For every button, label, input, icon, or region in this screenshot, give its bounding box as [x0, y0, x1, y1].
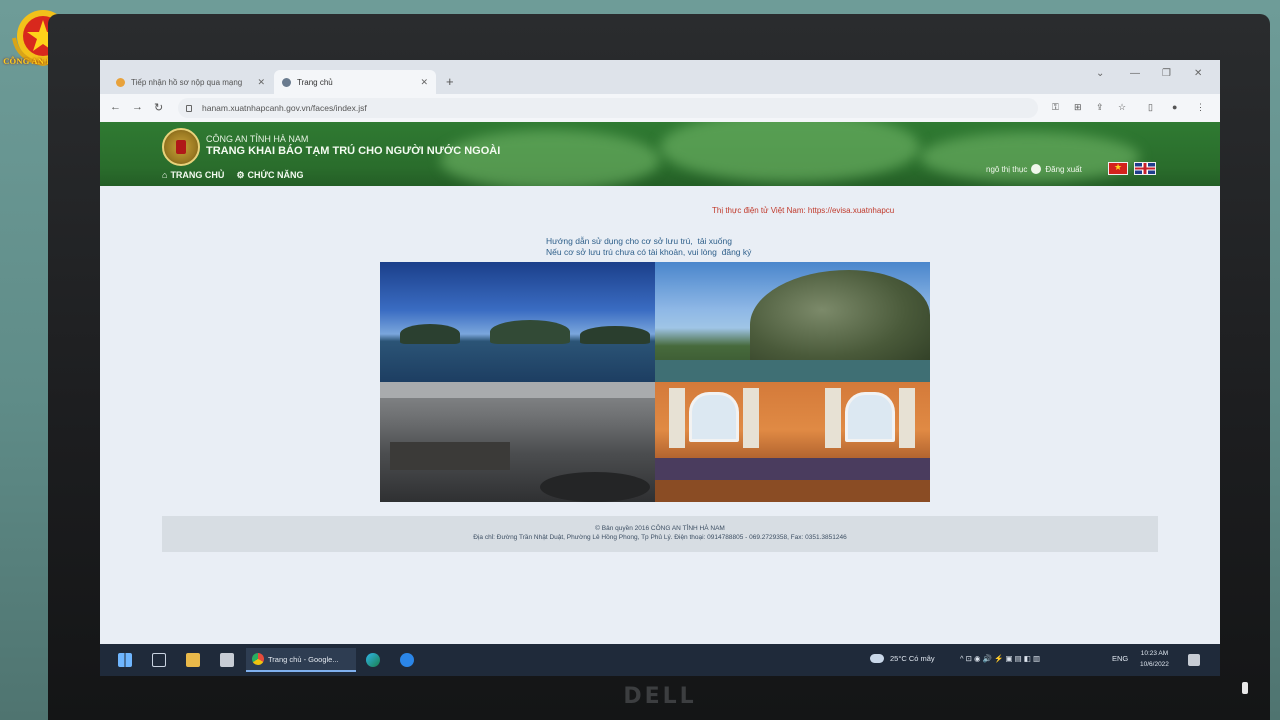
guide-text: Hướng dẫn sử dụng cho cơ sở lưu trú, tải…: [546, 236, 751, 258]
guide-line-2: Nếu cơ sở lưu trú chưa có tài khoản, vui…: [546, 247, 717, 257]
site-nav: ⌂ TRANG CHỦ ⚙ CHỨC NĂNG: [162, 170, 303, 181]
vietnam-flag-icon[interactable]: [1108, 162, 1128, 175]
gear-icon: ⚙: [236, 170, 245, 180]
evisa-link[interactable]: Thị thực điện tử Việt Nam: https://evisa…: [712, 206, 894, 215]
share-icon[interactable]: ⇪: [1096, 102, 1104, 113]
back-arrow-icon[interactable]: ←: [110, 101, 121, 113]
file-explorer-icon[interactable]: [186, 653, 200, 667]
user-area: ngô thị thục Đăng xuất: [986, 164, 1082, 174]
nav-item-trang-chu[interactable]: ⌂ TRANG CHỦ: [162, 170, 224, 181]
bookmark-star-icon[interactable]: ☆: [1118, 102, 1126, 113]
site-title: TRANG KHAI BÁO TẠM TRÚ CHO NGƯỜI NƯỚC NG…: [206, 145, 501, 157]
copyright-text: © Bản quyền 2016 CÔNG AN TỈNH HÀ NAM: [595, 525, 725, 532]
photo-collage: [380, 262, 930, 502]
address-text: Địa chỉ: Đường Trần Nhật Duật, Phường Lê…: [473, 534, 847, 541]
forward-arrow-icon[interactable]: →: [132, 101, 143, 113]
menu-dots-icon[interactable]: ⋮: [1196, 102, 1205, 113]
site-header: CÔNG AN TỈNH HÀ NAM TRANG KHAI BÁO TẠM T…: [100, 122, 1220, 186]
close-tab-icon[interactable]: ✕: [257, 77, 265, 88]
minimize-button[interactable]: —: [1130, 68, 1140, 79]
windows-start-icon[interactable]: [118, 653, 132, 667]
lock-icon: [186, 104, 192, 112]
police-logo-icon: [162, 128, 200, 166]
address-bar[interactable]: hanam.xuatnhapcanh.gov.vn/faces/index.js…: [178, 98, 1038, 118]
tab-label: Trang chủ: [297, 77, 333, 87]
download-link[interactable]: tải xuống: [697, 236, 732, 246]
taskbar-app-label: Trang chủ - Google...: [268, 654, 339, 664]
profile-avatar-icon[interactable]: ●: [1172, 102, 1177, 112]
tab-tiep-nhan-ho-so[interactable]: Tiếp nhận hồ sơ nộp qua mạng ✕: [108, 70, 273, 94]
zalo-icon[interactable]: [400, 653, 414, 667]
cliff-photo: [655, 262, 930, 382]
register-link[interactable]: đăng ký: [722, 247, 752, 257]
new-tab-button[interactable]: +: [446, 74, 454, 89]
clock-date: 10/6/2022: [1140, 661, 1169, 668]
monitor-brand-logo: DELL: [623, 684, 697, 709]
nav-item-chuc-nang[interactable]: ⚙ CHỨC NĂNG: [236, 170, 303, 181]
user-name: ngô thị thục: [986, 164, 1028, 174]
guide-line-1: Hướng dẫn sử dụng cho cơ sở lưu trú,: [546, 236, 693, 246]
side-panel-icon[interactable]: ▯: [1148, 102, 1153, 113]
url-text: hanam.xuatnhapcanh.gov.vn/faces/index.js…: [202, 103, 367, 113]
uk-flag-icon[interactable]: [1134, 162, 1156, 175]
logout-link[interactable]: Đăng xuất: [1045, 165, 1081, 174]
tab-trang-chu[interactable]: Trang chủ ✕: [274, 70, 436, 94]
lobby-photo: [380, 382, 655, 502]
chrome-icon: [252, 653, 264, 665]
clock-time: 10:23 AM: [1140, 650, 1169, 657]
landscape-photo: [380, 262, 655, 382]
maximize-button[interactable]: ❐: [1162, 68, 1171, 79]
power-led: [1242, 682, 1248, 694]
browser-tab-strip: Tiếp nhận hồ sơ nộp qua mạng ✕ Trang chủ…: [100, 60, 1220, 94]
weather-cloud-icon: [870, 654, 884, 663]
key-icon[interactable]: ⚿: [1052, 102, 1059, 113]
globe-icon: [282, 77, 291, 87]
translate-icon[interactable]: ⊞: [1074, 102, 1082, 113]
tray-icons[interactable]: ^ ⊡ ◉ 🔊 ⚡ ▣ ▤ ◧ ▥: [960, 654, 1040, 663]
language-indicator[interactable]: ENG: [1112, 654, 1128, 663]
app-icon[interactable]: [220, 653, 234, 667]
taskbar-chrome-app[interactable]: Trang chủ - Google...: [246, 648, 356, 672]
browser-toolbar: ← → ↻ hanam.xuatnhapcanh.gov.vn/faces/in…: [100, 94, 1220, 122]
site-footer: © Bản quyền 2016 CÔNG AN TỈNH HÀ NAM Địa…: [162, 516, 1158, 552]
close-tab-icon[interactable]: ✕: [420, 77, 428, 88]
reload-icon[interactable]: ↻: [154, 101, 163, 114]
edge-icon[interactable]: [366, 653, 380, 667]
clock[interactable]: 10:23 AM 10/6/2022: [1140, 648, 1169, 670]
dormitory-photo: [655, 382, 930, 502]
notification-icon[interactable]: [1188, 654, 1200, 666]
windows-taskbar: Trang chủ - Google... 25°C Có mây ^ ⊡ ◉ …: [100, 644, 1220, 676]
page-content: Thị thực điện tử Việt Nam: https://evisa…: [100, 186, 1220, 644]
weather-text[interactable]: 25°C Có mây: [890, 654, 935, 663]
home-icon: ⌂: [162, 170, 168, 180]
site-org-name: CÔNG AN TỈNH HÀ NAM: [206, 134, 309, 144]
tab-label: Tiếp nhận hồ sơ nộp qua mạng: [131, 77, 243, 87]
user-icon: [1031, 164, 1042, 174]
close-window-button[interactable]: ✕: [1194, 68, 1202, 79]
monitor-screen: Tiếp nhận hồ sơ nộp qua mạng ✕ Trang chủ…: [100, 60, 1220, 676]
site-favicon-icon: [116, 77, 125, 87]
tab-search-icon[interactable]: ⌄: [1096, 68, 1104, 79]
task-view-icon[interactable]: [152, 653, 166, 667]
